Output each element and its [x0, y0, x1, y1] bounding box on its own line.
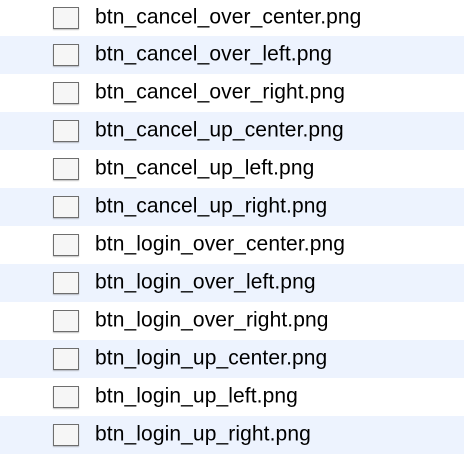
file-row[interactable]: btn_login_over_right.png — [0, 302, 464, 340]
image-file-icon — [53, 44, 79, 66]
file-name: btn_login_up_right.png — [95, 422, 311, 446]
file-row[interactable]: btn_login_over_left.png — [0, 264, 464, 302]
file-name: btn_cancel_up_right.png — [95, 194, 328, 218]
file-row[interactable]: btn_cancel_over_right.png — [0, 74, 464, 112]
file-name: btn_login_up_left.png — [95, 384, 298, 408]
file-row[interactable]: btn_cancel_up_center.png — [0, 112, 464, 150]
file-row[interactable]: btn_cancel_over_center.png — [0, 0, 464, 36]
file-row[interactable]: btn_login_up_left.png — [0, 378, 464, 416]
file-row[interactable]: btn_login_up_right.png — [0, 416, 464, 454]
image-file-icon — [53, 120, 79, 142]
image-file-icon — [53, 310, 79, 332]
image-file-icon — [53, 7, 79, 29]
image-file-icon — [53, 386, 79, 408]
image-file-icon — [53, 234, 79, 256]
file-name: btn_login_over_center.png — [95, 232, 346, 256]
file-row[interactable]: btn_cancel_over_left.png — [0, 36, 464, 74]
file-name: btn_cancel_over_left.png — [95, 42, 333, 66]
file-name: btn_login_over_right.png — [95, 308, 329, 332]
image-file-icon — [53, 158, 79, 180]
image-file-icon — [53, 348, 79, 370]
file-row[interactable]: btn_cancel_up_right.png — [0, 188, 464, 226]
file-list: btn_cancel_over_center.png btn_cancel_ov… — [0, 0, 464, 458]
file-name: btn_cancel_up_center.png — [95, 118, 344, 142]
file-row[interactable]: btn_login_over_center.png — [0, 226, 464, 264]
file-row[interactable]: btn_cancel_up_left.png — [0, 150, 464, 188]
file-name: btn_cancel_over_center.png — [95, 5, 362, 29]
image-file-icon — [53, 82, 79, 104]
image-file-icon — [53, 196, 79, 218]
file-name: btn_cancel_up_left.png — [95, 156, 315, 180]
file-row[interactable]: btn_login_up_center.png — [0, 340, 464, 378]
file-name: btn_cancel_over_right.png — [95, 80, 346, 104]
image-file-icon — [53, 424, 79, 446]
file-name: btn_login_up_center.png — [95, 346, 328, 370]
image-file-icon — [53, 272, 79, 294]
file-name: btn_login_over_left.png — [95, 270, 316, 294]
